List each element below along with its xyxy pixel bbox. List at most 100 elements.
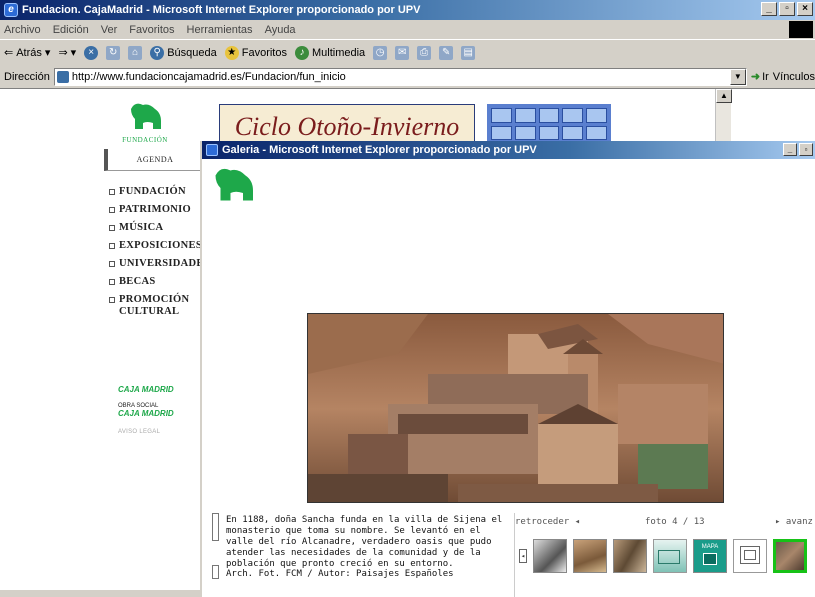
thumbnail-selected[interactable] (773, 539, 807, 573)
links-button[interactable]: Vínculos (773, 71, 815, 83)
window-titlebar: e Fundacion. CajaMadrid - Microsoft Inte… (0, 0, 815, 20)
menu-ver[interactable]: Ver (101, 24, 118, 36)
gallery-popup-window: Galeria - Microsoft Internet Explorer pr… (200, 141, 815, 597)
edit-icon[interactable]: ✎ (439, 45, 454, 60)
thumbnail-2[interactable] (573, 539, 607, 573)
bear-logo-icon (131, 103, 161, 129)
menu-ayuda[interactable]: Ayuda (265, 24, 296, 36)
print-icon[interactable]: ⎙ (417, 45, 432, 60)
square-bullet-icon (109, 188, 115, 195)
address-dropdown-icon[interactable]: ▼ (729, 68, 746, 85)
monastery-photo (308, 314, 723, 502)
go-button[interactable]: ➜ Ir (751, 70, 769, 84)
avanzar-link[interactable]: ▸ avanz (775, 517, 813, 527)
nav-label: MÚSICA (119, 222, 164, 233)
minimize-button[interactable]: _ (761, 2, 777, 16)
gallery-photo (307, 313, 724, 503)
address-label: Dirección (4, 70, 50, 83)
status-bar (0, 590, 200, 597)
multimedia-icon: ♪ (294, 45, 309, 60)
nav-label: BECAS (119, 276, 156, 287)
nav-list: FUNDACIÓN PATRIMONIO MÚSICA EXPOSICIONES… (109, 183, 210, 318)
vertical-scrollbar[interactable]: ▲ (715, 89, 732, 145)
forward-arrow-icon: ⇒ (58, 47, 68, 59)
thumbnail-6[interactable] (733, 539, 767, 573)
nav-item-fundacion[interactable]: FUNDACIÓN (109, 183, 205, 201)
menu-herramientas[interactable]: Herramientas (187, 24, 253, 36)
back-button[interactable]: ⇐ Atrás ▾ (4, 46, 51, 60)
forward-button[interactable]: ⇒ ▾ (58, 46, 76, 59)
square-bullet-icon (109, 278, 115, 285)
stop-icon[interactable]: × (84, 45, 99, 60)
search-label: Búsqueda (167, 46, 217, 59)
square-bullet-icon (109, 296, 115, 303)
discuss-icon[interactable]: ▤ (461, 45, 476, 60)
nav-item-patrimonio[interactable]: PATRIMONIO (109, 201, 205, 219)
square-bullet-icon (109, 260, 115, 267)
maximize-button[interactable]: ▫ (779, 2, 795, 16)
scroll-up-icon[interactable]: ▲ (716, 89, 732, 103)
nav-item-promocion-cultural[interactable]: PROMOCIÓN CULTURAL (109, 291, 205, 318)
menu-favoritos[interactable]: Favoritos (129, 24, 174, 36)
caja-madrid-link[interactable]: CAJA MADRID (118, 385, 174, 394)
nav-item-exposiciones[interactable]: EXPOSICIONES (109, 237, 205, 255)
favorites-icon: ★ (224, 45, 239, 60)
square-bullet-icon (109, 242, 115, 249)
popup-bear-logo (208, 163, 258, 203)
popup-window-controls: _ ▫ (783, 143, 813, 156)
popup-title: Galeria - Microsoft Internet Explorer pr… (222, 144, 537, 156)
square-bullet-icon (109, 224, 115, 231)
nav-item-becas[interactable]: BECAS (109, 273, 205, 291)
menu-edicion[interactable]: Edición (53, 24, 89, 36)
menu-bar: Archivo Edición Ver Favoritos Herramient… (0, 20, 815, 39)
menu-archivo[interactable]: Archivo (4, 24, 41, 36)
banner-image[interactable] (487, 104, 611, 144)
thumbnail-1[interactable] (533, 539, 567, 573)
bear-logo-icon (215, 168, 253, 201)
square-bullet-icon (109, 206, 115, 213)
multimedia-label: Multimedia (311, 46, 366, 59)
gallery-navigation: retroceder ◂ foto 4 / 13 ▸ avanz ◂ MAPA (514, 513, 815, 597)
nav-item-universidades[interactable]: UNIVERSIDADES (109, 255, 210, 273)
photo-caption: En 1188, doña Sancha funda en la villa d… (226, 515, 503, 569)
favorites-label: Favoritos (241, 46, 287, 59)
go-label: Ir (762, 70, 769, 83)
history-icon[interactable]: ◷ (373, 45, 388, 60)
nav-item-musica[interactable]: MÚSICA (109, 219, 205, 237)
popup-maximize-button[interactable]: ▫ (799, 143, 813, 156)
retroceder-link[interactable]: retroceder ◂ (515, 517, 580, 527)
obra-social-link[interactable]: CAJA MADRID (118, 409, 174, 418)
multimedia-button[interactable]: ♪ Multimedia (294, 45, 366, 60)
ie-icon (206, 144, 218, 156)
fundacion-logo[interactable]: FUNDACIÓN (115, 99, 175, 149)
nav-label: EXPOSICIONES (119, 240, 202, 251)
page-icon (56, 70, 69, 83)
close-button[interactable]: × (797, 2, 813, 16)
popup-minimize-button[interactable]: _ (783, 143, 797, 156)
thumbnail-mapa[interactable]: MAPA (693, 539, 727, 573)
dropdown-arrow-icon: ▾ (44, 47, 51, 59)
nav-label: PATRIMONIO (119, 204, 192, 215)
photo-counter: foto 4 / 13 (645, 517, 705, 527)
thumbnail-3[interactable] (613, 539, 647, 573)
home-icon[interactable]: ⌂ (128, 45, 143, 60)
mapa-label: MAPA (701, 544, 719, 550)
refresh-icon[interactable]: ↻ (106, 45, 121, 60)
favorites-button[interactable]: ★ Favoritos (224, 45, 287, 60)
toolbar: ⇐ Atrás ▾ ⇒ ▾ × ↻ ⌂ ⚲ Búsqueda ★ Favorit… (0, 39, 815, 65)
aviso-legal-link[interactable]: AVISO LEGAL (118, 429, 160, 435)
window-title: Fundacion. CajaMadrid - Microsoft Intern… (22, 4, 421, 16)
agenda-tab[interactable]: AGENDA (104, 149, 202, 171)
window-controls: _ ▫ × (761, 2, 813, 16)
retroceder-label: retroceder (515, 517, 570, 527)
logo-text: FUNDACIÓN (122, 136, 168, 144)
search-button[interactable]: ⚲ Búsqueda (150, 45, 217, 60)
caption-scroll-icon[interactable] (212, 513, 219, 541)
map-icon (703, 553, 717, 565)
mail-icon[interactable]: ✉ (395, 45, 410, 60)
thumb-prev-icon[interactable]: ◂ (519, 549, 527, 563)
thumbnail-4[interactable] (653, 539, 687, 573)
nav-label: UNIVERSIDADES (119, 258, 210, 269)
credit-scroll-icon[interactable] (212, 565, 219, 579)
address-input[interactable]: http://www.fundacioncajamadrid.es/Fundac… (53, 67, 747, 86)
